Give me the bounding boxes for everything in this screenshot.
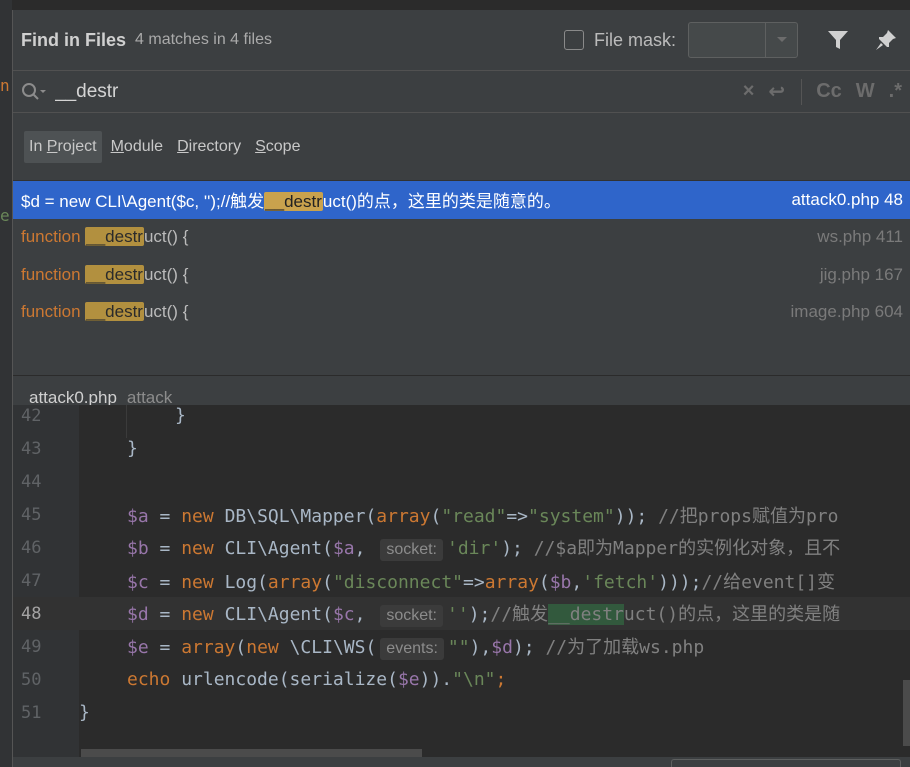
code-text: echo urlencode(serialize($e))."\n"; — [127, 669, 507, 690]
code-line[interactable]: 50 echo urlencode(serialize($e))."\n"; — [13, 663, 910, 696]
vertical-scrollbar[interactable] — [903, 680, 910, 746]
result-snippet: function __destruct() { — [21, 227, 189, 247]
divider — [801, 78, 803, 105]
line-number: 50 — [21, 669, 42, 690]
words-toggle[interactable]: W — [856, 80, 875, 103]
parameter-hint: socket: — [380, 605, 443, 627]
tab-in-project[interactable]: In Project — [24, 130, 102, 163]
result-snippet: $d = new CLI\Agent($c, '');//触发__destruc… — [21, 192, 561, 212]
code-text: } — [175, 405, 186, 426]
background-code-fragment: e — [0, 206, 10, 225]
code-text: $a = new DB\SQL\Mapper(array("read"=>"sy… — [127, 505, 839, 527]
tab-scope[interactable]: Scope — [250, 131, 305, 163]
result-snippet: function __destruct() { — [21, 302, 189, 322]
background-code-fragment: n — [0, 76, 10, 95]
regex-toggle[interactable]: .* — [889, 80, 902, 103]
background-editor-edge: n e — [0, 0, 12, 767]
search-icon[interactable] — [21, 80, 55, 104]
horizontal-scrollbar[interactable] — [81, 749, 422, 757]
match-highlight: __destr — [85, 302, 144, 322]
file-mask-checkbox[interactable] — [563, 30, 584, 50]
code-text: $d = new CLI\Agent($c, socket: '');//触发__… — [127, 604, 841, 627]
file-mask-label: File mask: — [593, 29, 676, 50]
line-number: 49 — [21, 636, 42, 657]
line-number: 45 — [21, 504, 42, 525]
match-case-toggle[interactable]: Cc — [816, 80, 842, 103]
file-mask-combo[interactable] — [688, 22, 798, 58]
line-number: 47 — [21, 570, 42, 591]
code-line[interactable]: 44 — [13, 465, 910, 498]
new-line-icon[interactable]: ↩ — [768, 79, 785, 104]
line-number: 48 — [21, 603, 42, 624]
match-highlight: __destr — [264, 192, 323, 212]
result-row[interactable]: $d = new CLI\Agent($c, '');//触发__destruc… — [13, 181, 910, 219]
code-line[interactable]: 46 $b = new CLI\Agent($a, socket:'dir');… — [13, 531, 910, 564]
code-line-current[interactable]: 48 $d = new CLI\Agent($c, socket: '');//触… — [13, 597, 910, 630]
parameter-hint: socket: — [380, 539, 443, 561]
line-number: 43 — [21, 438, 42, 459]
result-file: image.php 604 — [790, 302, 903, 322]
match-count: 4 matches in 4 files — [135, 31, 272, 48]
open-in-find-window-button[interactable] — [671, 759, 901, 767]
line-number: 46 — [21, 537, 42, 558]
line-number: 42 — [21, 405, 42, 426]
code-text: $e = array(new \CLI\WS(events: ""),$d); /… — [127, 637, 705, 660]
results-list: $d = new CLI\Agent($c, '');//触发__destruc… — [13, 181, 910, 375]
code-text: $b = new CLI\Agent($a, socket:'dir'); //… — [127, 538, 841, 561]
line-number: 44 — [21, 471, 42, 492]
search-match: __destr — [548, 604, 624, 625]
popup-header[interactable]: Find in Files 4 matches in 4 files File … — [13, 10, 910, 71]
code-text: } — [127, 438, 138, 459]
file-mask-field[interactable] — [689, 23, 765, 57]
code-text: $c = new Log(array("disconnect"=>array($… — [127, 571, 836, 593]
code-line[interactable]: 42 } — [13, 399, 910, 432]
code-line[interactable]: 49 $e = array(new \CLI\WS(events: ""),$d)… — [13, 630, 910, 663]
search-input[interactable] — [55, 80, 729, 103]
result-file: ws.php 411 — [817, 227, 903, 247]
match-highlight: __destr — [85, 227, 144, 247]
code-line[interactable]: 43 } — [13, 432, 910, 465]
result-file: attack0.php 48 — [791, 189, 903, 209]
code-line[interactable]: 45 $a = new DB\SQL\Mapper(array("read"=>… — [13, 498, 910, 531]
result-row[interactable]: function __destruct() { jig.php 167 — [13, 256, 910, 294]
code-text: } — [79, 702, 90, 723]
scope-tabs: In Project Module Directory Scope — [13, 113, 910, 181]
tab-directory[interactable]: Directory — [172, 131, 246, 163]
chevron-down-icon[interactable] — [765, 23, 797, 57]
result-row[interactable]: function __destruct() { image.php 604 — [13, 294, 910, 332]
filter-icon[interactable] — [822, 24, 854, 56]
popup-title: Find in Files — [21, 29, 127, 50]
line-number: 51 — [21, 702, 42, 723]
popup-footer — [13, 757, 910, 767]
pin-icon[interactable] — [870, 24, 902, 56]
code-line[interactable]: 47 $c = new Log(array("disconnect"=>arra… — [13, 564, 910, 597]
result-row[interactable]: function __destruct() { ws.php 411 — [13, 219, 910, 257]
result-file: jig.php 167 — [819, 264, 903, 284]
code-line[interactable]: 51 } — [13, 696, 910, 729]
match-highlight: __destr — [85, 264, 144, 284]
search-bar: × ↩ Cc W .* — [13, 71, 910, 113]
code-preview[interactable]: 42 } 43 } 44 45 $a = new DB\SQL\Mapper(a… — [13, 405, 910, 767]
parameter-hint: events: — [380, 638, 444, 660]
tab-module[interactable]: Module — [106, 131, 168, 163]
result-snippet: function __destruct() { — [21, 264, 189, 284]
clear-icon[interactable]: × — [743, 80, 755, 103]
find-in-files-popup: Find in Files 4 matches in 4 files File … — [12, 10, 910, 767]
